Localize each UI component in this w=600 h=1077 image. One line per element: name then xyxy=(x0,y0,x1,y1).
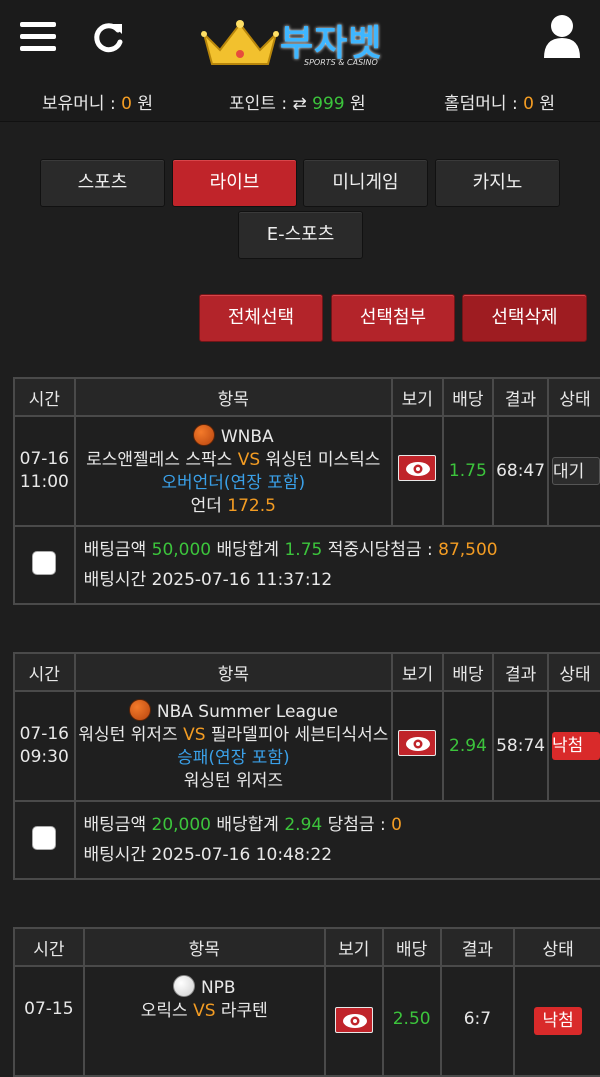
view-cell xyxy=(323,965,384,1077)
bet-slip-2: 시간 항목 보기 배당 결과 상태 07-16 09:30 NBA Summer … xyxy=(13,652,600,880)
tab-casino[interactable]: 카지노 xyxy=(435,159,560,207)
col-status: 상태 xyxy=(513,927,600,967)
col-item: 항목 xyxy=(82,927,326,967)
col-time: 시간 xyxy=(13,377,76,417)
match-item: NBA Summer League 워싱턴 위저즈 VS 필라델피아 세븐티식서… xyxy=(73,690,394,802)
col-result: 결과 xyxy=(492,652,550,692)
select-checkbox[interactable] xyxy=(32,550,57,575)
status-badge: 낙첨 xyxy=(552,732,600,760)
crown-icon xyxy=(201,20,279,65)
col-result: 결과 xyxy=(439,927,516,967)
select-checkbox[interactable] xyxy=(32,825,57,850)
col-item: 항목 xyxy=(73,377,393,417)
balance-bar: 보유머니 : 0 원 포인트 : ⇄ 999 원 홀덤머니 : 0 원 xyxy=(0,80,600,122)
bet-slip-1: 시간 항목 보기 배당 결과 상태 07-16 11:00 WNBA 로스앤젤레스… xyxy=(13,377,600,605)
col-odds: 배당 xyxy=(441,377,495,417)
menu-icon[interactable] xyxy=(20,22,56,52)
col-status: 상태 xyxy=(547,377,600,417)
eye-icon[interactable] xyxy=(398,455,437,481)
result-value: 6:7 xyxy=(439,965,516,1077)
bet-summary: 배팅금액 20,000 배당합계 2.94 당첨금 : 0 배팅시간 2025-… xyxy=(73,800,600,880)
col-odds: 배당 xyxy=(381,927,442,967)
status-cell: 낙첨 xyxy=(547,690,600,802)
tab-minigame[interactable]: 미니게임 xyxy=(303,159,428,207)
top-bar: 부자벳 SPORTS & CASINO xyxy=(0,0,600,80)
bet-summary-row: 배팅금액 50,000 배당합계 1.75 적중시당첨금 : 87,500 배팅… xyxy=(13,525,600,605)
points: 포인트 : ⇄ 999 원 xyxy=(229,94,366,114)
status-badge: 낙첨 xyxy=(534,1007,583,1035)
bet-summary: 배팅금액 50,000 배당합계 1.75 적중시당첨금 : 87,500 배팅… xyxy=(73,525,600,605)
delete-selected-button[interactable]: 선택삭제 xyxy=(462,294,587,342)
match-item: WNBA 로스앤젤레스 스팍스 VS 워싱턴 미스틱스 오버언더(연장 포함) … xyxy=(73,415,393,527)
eye-icon[interactable] xyxy=(398,730,437,756)
status-cell: 낙첨 xyxy=(513,965,600,1077)
bet-summary-row: 배팅금액 20,000 배당합계 2.94 당첨금 : 0 배팅시간 2025-… xyxy=(13,800,600,880)
status-cell: 대기 xyxy=(547,415,600,527)
col-view: 보기 xyxy=(390,377,444,417)
match-time: 07-15 xyxy=(13,965,85,1077)
result-value: 68:47 xyxy=(492,415,549,527)
holding-money: 보유머니 : 0 원 xyxy=(42,94,153,114)
bet-slip-3: 시간 항목 보기 배당 결과 상태 07-15 NPB 오릭스 VS 라쿠텐 2… xyxy=(13,927,600,1077)
exchange-icon[interactable]: ⇄ xyxy=(292,94,306,114)
table-row: 07-16 09:30 NBA Summer League 워싱턴 위저즈 VS … xyxy=(13,690,600,802)
basketball-icon xyxy=(192,424,215,446)
attach-selected-button[interactable]: 선택첨부 xyxy=(331,294,455,342)
view-cell xyxy=(390,415,444,527)
view-cell xyxy=(391,690,444,802)
holdem-money: 홀덤머니 : 0 원 xyxy=(444,94,555,114)
col-status: 상태 xyxy=(547,652,600,692)
odds-value: 2.94 xyxy=(441,690,495,802)
table-row: 07-16 11:00 WNBA 로스앤젤레스 스팍스 VS 워싱턴 미스틱스 오… xyxy=(13,415,600,527)
baseball-icon xyxy=(172,975,195,997)
match-time: 07-16 11:00 xyxy=(13,415,76,527)
match-time: 07-16 09:30 xyxy=(13,690,76,802)
logo-subtitle: SPORTS & CASINO xyxy=(304,58,378,67)
tab-sports[interactable]: 스포츠 xyxy=(40,159,165,207)
select-cell xyxy=(13,800,76,880)
user-icon[interactable] xyxy=(542,14,582,58)
col-time: 시간 xyxy=(13,927,85,967)
col-view: 보기 xyxy=(391,652,444,692)
select-all-button[interactable]: 전체선택 xyxy=(199,294,323,342)
odds-value: 2.50 xyxy=(381,965,442,1077)
col-item: 항목 xyxy=(73,652,394,692)
table-row: 07-15 NPB 오릭스 VS 라쿠텐 2.50 6:7 낙첨 xyxy=(13,965,600,1077)
match-item: NPB 오릭스 VS 라쿠텐 xyxy=(82,965,326,1077)
result-value: 58:74 xyxy=(492,690,550,802)
tab-esports[interactable]: E-스포츠 xyxy=(238,211,363,259)
tab-live[interactable]: 라이브 xyxy=(172,159,297,207)
col-time: 시간 xyxy=(13,652,76,692)
eye-icon[interactable] xyxy=(334,1007,373,1033)
col-odds: 배당 xyxy=(441,652,495,692)
logo[interactable]: 부자벳 SPORTS & CASINO xyxy=(200,10,410,70)
select-cell xyxy=(13,525,76,605)
basketball-icon xyxy=(128,699,151,721)
refresh-icon[interactable] xyxy=(88,18,128,58)
odds-value: 1.75 xyxy=(441,415,495,527)
col-view: 보기 xyxy=(323,927,384,967)
col-result: 결과 xyxy=(492,377,549,417)
status-badge: 대기 xyxy=(552,457,600,485)
